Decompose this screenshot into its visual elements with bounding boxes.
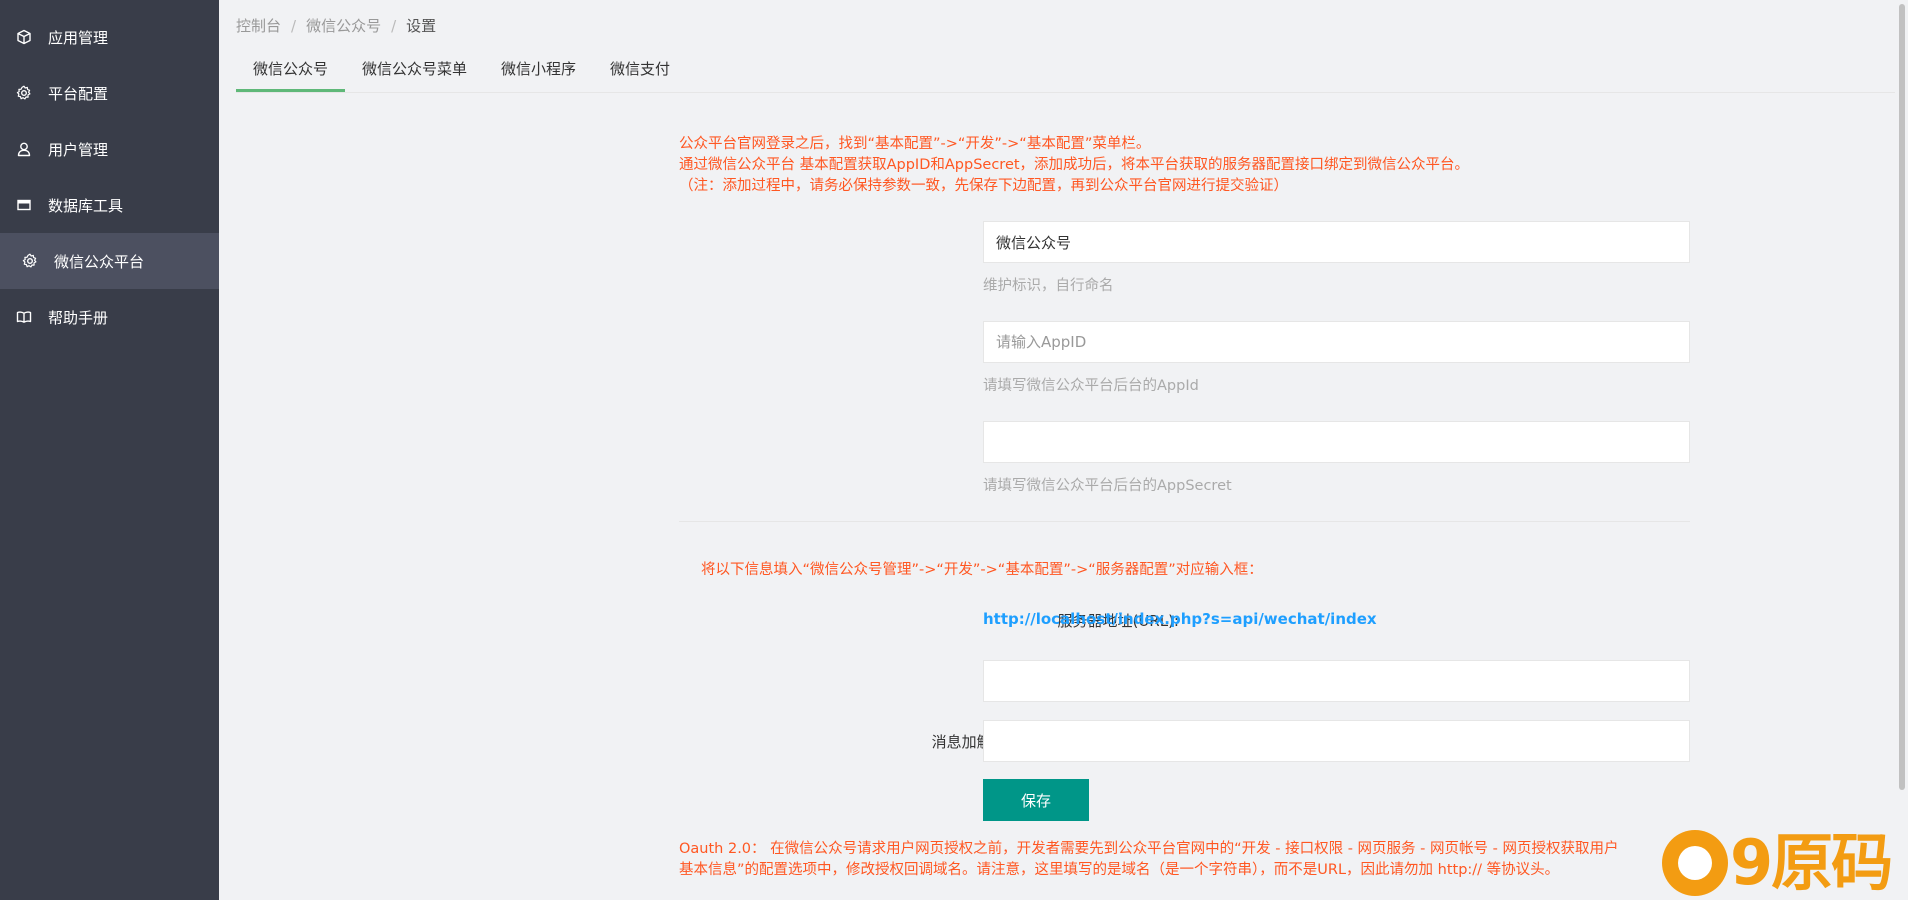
vertical-scrollbar[interactable] — [1896, 0, 1908, 900]
secret-field-hint: 请填写微信公众平台后台的AppSecret — [983, 478, 1232, 494]
oauth-line: 基本信息”的配置选项中，修改授权回调域名。请注意，这里填写的是域名（是一个字符串… — [679, 862, 1560, 878]
scrollbar-thumb[interactable] — [1899, 4, 1905, 790]
notice-line: 通过微信公众平台 基本配置获取AppID和AppSecret，添加成功后，将本平… — [679, 157, 1470, 173]
database-icon — [16, 197, 32, 213]
book-icon — [16, 309, 32, 325]
sidebar-item-app-management[interactable]: 应用管理 — [0, 9, 219, 65]
oauth-notice: Oauth 2.0： 在微信公众号请求用户网页授权之前，开发者需要先到公众平台官… — [679, 839, 1659, 881]
sidebar-item-wechat-platform[interactable]: 微信公众平台 — [0, 233, 219, 289]
oauth-line: Oauth 2.0： 在微信公众号请求用户网页授权之前，开发者需要先到公众平台官… — [679, 841, 1619, 857]
instructions-notice: 公众平台官网登录之后，找到“基本配置”->“开发”->“基本配置”菜单栏。 通过… — [679, 134, 1469, 197]
name-field-input[interactable] — [983, 221, 1690, 263]
section-divider — [679, 521, 1690, 522]
user-icon — [16, 141, 32, 157]
name-field-hint: 维护标识，自行命名 — [983, 278, 1114, 294]
save-button[interactable]: 保存 — [983, 779, 1089, 821]
watermark-logo: 9原码 — [1662, 825, 1908, 900]
watermark-text: 9原码 — [1730, 825, 1893, 899]
notice-line: （注：添加过程中，请务必保持参数一致，先保存下边配置，再到公众平台官网进行提交验… — [679, 178, 1288, 194]
gear-icon — [22, 253, 38, 269]
settings-form: 公众平台官网登录之后，找到“基本配置”->“开发”->“基本配置”菜单栏。 通过… — [219, 0, 1896, 900]
gear-icon — [16, 85, 32, 101]
main-content: 控制台 / 微信公众号 / 设置 微信公众号 微信公众号菜单 微信小程序 微信支… — [219, 0, 1896, 900]
server-config-note: 将以下信息填入“微信公众号管理”->“开发”->“基本配置”->“服务器配置”对… — [701, 562, 1263, 578]
server-url-value: http://localhost/index.php?s=api/wechat/… — [983, 610, 1377, 628]
sidebar-item-label: 应用管理 — [48, 28, 109, 47]
appid-field-input[interactable] — [983, 321, 1690, 363]
sidebar-item-label: 用户管理 — [48, 140, 109, 159]
token-field-input[interactable] — [983, 660, 1690, 702]
sidebar-item-user-management[interactable]: 用户管理 — [0, 121, 219, 177]
cube-icon — [16, 29, 32, 45]
sidebar: 应用管理 平台配置 用户管理 数据库工具 微信公众平台 帮助手册 — [0, 0, 219, 900]
appid-field-hint: 请填写微信公众平台后台的AppId — [983, 378, 1199, 394]
sidebar-item-database-tool[interactable]: 数据库工具 — [0, 177, 219, 233]
notice-line: 公众平台官网登录之后，找到“基本配置”->“开发”->“基本配置”菜单栏。 — [679, 136, 1151, 152]
q-logo-icon — [1662, 829, 1728, 896]
aes-field-input[interactable] — [983, 720, 1690, 762]
sidebar-item-label: 数据库工具 — [48, 196, 124, 215]
sidebar-item-help-manual[interactable]: 帮助手册 — [0, 289, 219, 345]
sidebar-item-label: 帮助手册 — [48, 308, 109, 327]
sidebar-item-label: 微信公众平台 — [54, 252, 145, 271]
sidebar-item-platform-config[interactable]: 平台配置 — [0, 65, 219, 121]
sidebar-item-label: 平台配置 — [48, 84, 109, 103]
secret-field-input[interactable] — [983, 421, 1690, 463]
